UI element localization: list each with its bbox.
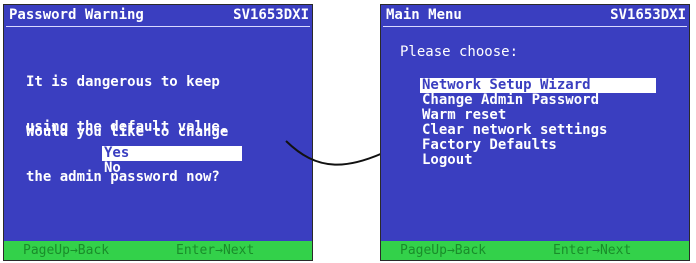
status-bar: PageUp→Back Enter→Next — [381, 241, 689, 260]
menu-item-network-setup-wizard[interactable]: Network Setup Wizard — [420, 78, 656, 93]
menu-item-warm-reset[interactable]: Warm reset — [420, 108, 656, 123]
device-model: SV1653DXI — [610, 7, 686, 23]
menu-item-logout[interactable]: Logout — [420, 153, 656, 168]
menu-prompt: Please choose: — [400, 44, 519, 60]
pageup-back-hint: PageUp→Back — [400, 243, 487, 258]
enter-next-hint: Enter→Next — [553, 243, 632, 258]
title-bar: Main Menu SV1653DXI — [381, 5, 689, 25]
main-menu-list: Network Setup Wizard Change Admin Passwo… — [420, 78, 656, 168]
screen-title: Main Menu — [386, 7, 462, 23]
menu-item-clear-network-settings[interactable]: Clear network settings — [420, 123, 656, 138]
menu-item-factory-defaults[interactable]: Factory Defaults — [420, 138, 656, 153]
main-menu-screen: Main Menu SV1653DXI Please choose: Netwo… — [380, 4, 690, 261]
title-divider — [383, 26, 687, 27]
menu-item-change-admin-password[interactable]: Change Admin Password — [420, 93, 656, 108]
